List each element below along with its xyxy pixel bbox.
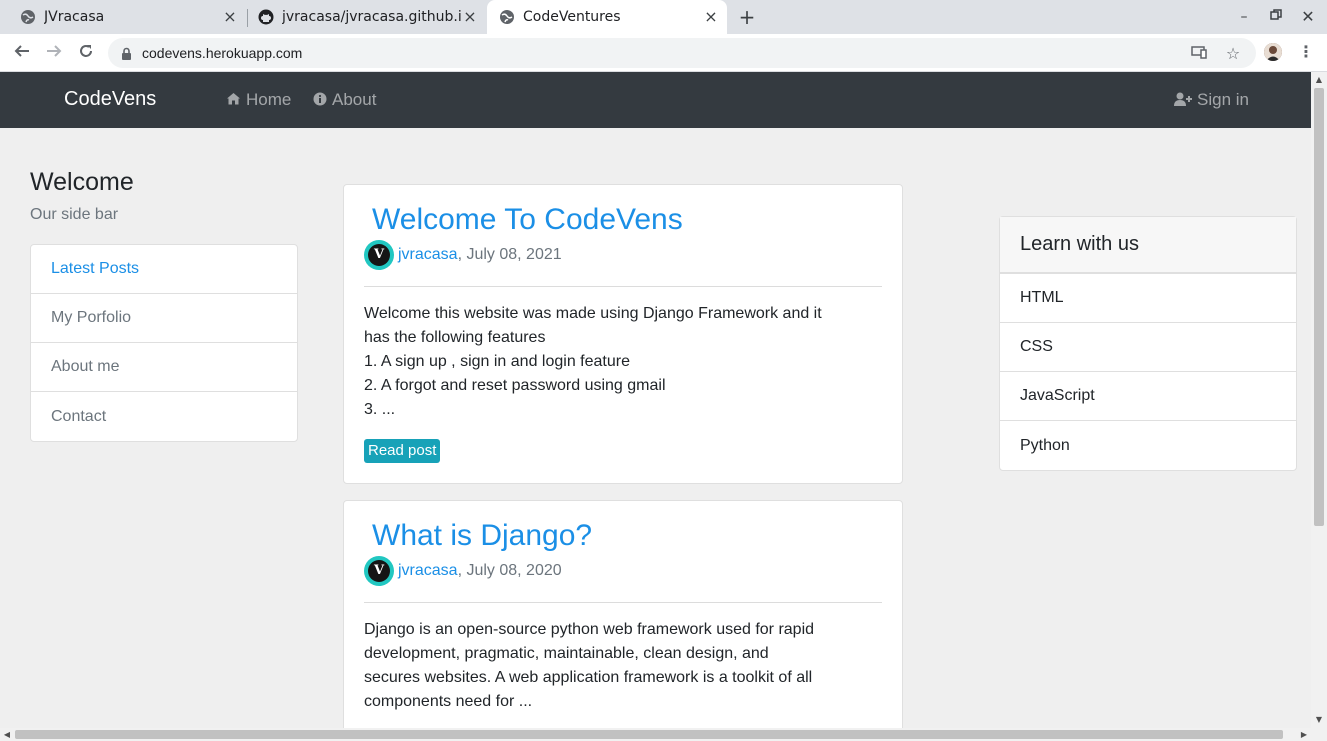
vertical-scrollbar[interactable]: ▲ ▼ [1311,72,1327,728]
scrollbar-thumb[interactable] [1314,88,1324,526]
restore-icon[interactable] [1266,8,1286,26]
bookmark-star-icon[interactable]: ☆ [1224,45,1242,63]
reload-icon[interactable] [76,43,96,63]
excerpt-line: 3. ... [364,401,396,418]
read-post-button[interactable]: Read post [364,439,441,463]
author-avatar: V [364,240,394,270]
post-meta: V jvracasa , July 08, 2021 [364,240,562,270]
lock-icon[interactable] [121,46,132,60]
learn-card-heading: Learn with us [1000,217,1296,274]
scroll-right-icon[interactable]: ▶ [1300,730,1308,739]
excerpt-line: 2. A forgot and reset password using gma… [364,377,666,394]
tab-title: jvracasa/jvracasa.github.i [282,9,462,25]
tab-codeventures[interactable]: CodeVentures × [487,0,727,34]
sidebar-list: Latest Posts My Porfolio About me Contac… [30,244,298,442]
horizontal-scrollbar[interactable]: ◀ ▶ [0,728,1327,741]
learn-card: Learn with us HTML CSS JavaScript Python [999,216,1297,471]
post-excerpt: Welcome this website was made using Djan… [364,302,884,422]
back-icon[interactable] [12,43,32,63]
info-icon [313,92,327,109]
nav-about[interactable]: About [313,90,376,110]
sidebar-item-about-me[interactable]: About me [31,343,297,392]
user-plus-icon [1174,92,1192,109]
browser-toolbar: codevens.herokuapp.com ☆ ⋮ [0,34,1327,72]
post-title[interactable]: Welcome To CodeVens [372,203,683,237]
globe-icon [20,9,36,25]
scroll-left-icon[interactable]: ◀ [3,730,11,739]
post-author[interactable]: jvracasa [398,562,458,580]
menu-icon[interactable]: ⋮ [1298,43,1314,61]
close-icon[interactable]: × [703,9,719,25]
excerpt-line: development, pragmatic, maintainable, cl… [364,645,769,662]
learn-item-python[interactable]: Python [1000,421,1296,470]
nav-home[interactable]: Home [226,90,291,110]
scrollbar-thumb[interactable] [15,730,1283,739]
nav-home-label: Home [246,90,292,109]
scroll-down-icon[interactable]: ▼ [1315,716,1323,724]
excerpt-line: 1. A sign up , sign in and login feature [364,353,630,370]
github-icon [258,9,274,25]
close-icon[interactable]: × [462,9,478,25]
page-content: Welcome Our side bar Latest Posts My Por… [0,128,1311,728]
profile-avatar[interactable] [1264,43,1282,61]
post-excerpt: Django is an open-source python web fram… [364,618,884,714]
cast-icon[interactable] [1190,45,1208,63]
close-window-icon[interactable]: ✕ [1298,8,1318,26]
excerpt-line: Welcome this website was made using Djan… [364,305,822,322]
forward-icon[interactable] [44,43,64,63]
excerpt-line: secures websites. A web application fram… [364,669,813,686]
address-bar[interactable]: codevens.herokuapp.com ☆ [108,38,1256,68]
tab-jvracasa[interactable]: JVracasa × [0,0,246,34]
nav-signin-label: Sign in [1197,90,1249,109]
post-title[interactable]: What is Django? [372,519,592,553]
site-navbar: CodeVens Home About Sign in [0,72,1311,128]
tab-title: CodeVentures [523,9,621,25]
divider [364,286,882,287]
nav-signin[interactable]: Sign in [1174,90,1249,110]
excerpt-line: Django is an open-source python web fram… [364,621,815,638]
post-date: , July 08, 2020 [457,562,562,579]
nav-about-label: About [332,90,377,109]
minimize-icon[interactable]: – [1234,8,1254,26]
excerpt-line: has the following features [364,329,546,346]
sidebar-item-latest-posts[interactable]: Latest Posts [31,245,297,294]
close-icon[interactable]: × [222,9,238,25]
post-card: What is Django? V jvracasa , July 08, 20… [343,500,903,728]
learn-item-html[interactable]: HTML [1000,274,1296,323]
sidebar-item-portfolio[interactable]: My Porfolio [31,294,297,343]
divider [364,602,882,603]
sidebar-item-contact[interactable]: Contact [31,392,297,441]
globe-icon [499,9,515,25]
learn-item-javascript[interactable]: JavaScript [1000,372,1296,421]
post-date: , July 08, 2021 [457,246,562,263]
post-author[interactable]: jvracasa [398,246,458,264]
learn-item-css[interactable]: CSS [1000,323,1296,372]
scroll-up-icon[interactable]: ▲ [1315,76,1323,84]
author-avatar: V [364,556,394,586]
tab-title: JVracasa [44,9,105,25]
brand-logo[interactable]: CodeVens [64,88,156,111]
url-text: codevens.herokuapp.com [142,45,303,61]
sidebar-heading: Welcome [30,168,134,196]
excerpt-line: components need for ... [364,693,533,710]
browser-tab-bar: JVracasa × jvracasa/jvracasa.github.i × … [0,0,1327,34]
tab-github[interactable]: jvracasa/jvracasa.github.i × [238,0,486,34]
post-meta: V jvracasa , July 08, 2020 [364,556,562,586]
home-icon [226,92,241,108]
new-tab-button[interactable]: + [737,7,757,27]
sidebar-subheading: Our side bar [30,206,119,223]
post-card: Welcome To CodeVens V jvracasa , July 08… [343,184,903,484]
